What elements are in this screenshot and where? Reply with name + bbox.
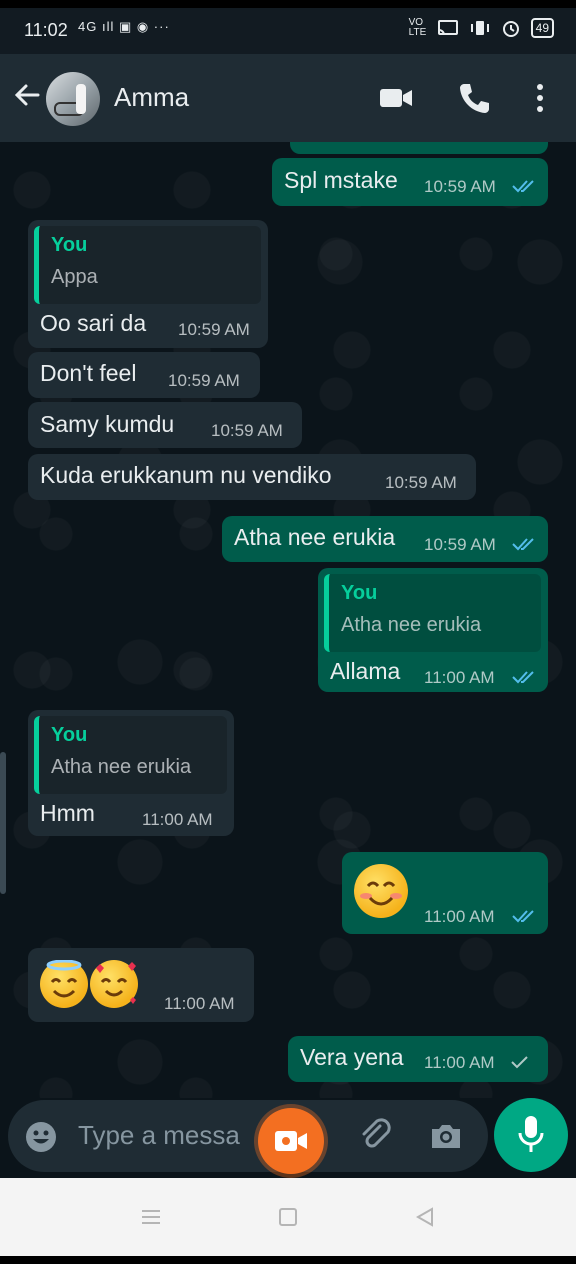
message-bubble-incoming[interactable]: 11:00 AM [28,948,254,1022]
quote-author: You [51,234,88,256]
bottom-edge [0,1256,576,1264]
message-bubble-outgoing[interactable]: Atha nee erukia 10:59 AM [222,516,548,562]
status-bar: 11:02 4G ıll ▣ ◉ ··· VO LTE 49 [0,8,576,54]
quote-text: Appa [51,266,98,288]
double-check-read-icon [512,910,534,923]
message-text: Samy kumdu [40,411,175,437]
message-time: 11:00 AM [164,994,235,1013]
message-bubble-incoming[interactable]: You Appa Oo sari da 10:59 AM [28,220,268,348]
message-text: Don't feel [40,360,137,386]
more-options-icon[interactable] [522,80,558,116]
message-text: Kuda erukkanum nu vendiko [40,462,332,488]
microphone-icon [518,1116,544,1152]
alarm-icon [502,21,519,37]
message-bubble-incoming[interactable]: Samy kumdu 10:59 AM [28,402,302,448]
back-arrow-icon[interactable] [12,80,42,110]
status-time: 11:02 [24,20,68,40]
message-time: 10:59 AM [211,421,283,440]
message-bubble-outgoing[interactable]: You Atha nee erukia Allama 11:00 AM [318,568,548,692]
message-time: 10:59 AM [424,177,496,196]
message-bubble-incoming[interactable]: Don't feel 10:59 AM [28,352,260,398]
hearts-face-emoji [90,960,138,1008]
chat-header: Amma [0,54,576,142]
scroll-handle[interactable] [0,752,6,894]
message-text: Vera yena [300,1044,404,1070]
double-check-read-icon [512,538,534,551]
quote-text: Atha nee erukia [341,614,482,636]
message-time: 11:00 AM [424,1053,495,1072]
smiling-face-emoji [354,864,408,918]
back-nav-icon[interactable] [414,1206,436,1228]
message-bubble-outgoing[interactable]: 11:00 AM [342,852,548,934]
message-time: 10:59 AM [178,320,250,339]
message-input-container[interactable]: Type a messa [8,1100,488,1172]
video-call-icon[interactable] [378,80,414,116]
menu-nav-icon[interactable] [140,1206,162,1228]
status-right-icons: VO LTE 49 [409,18,554,38]
emoji-icon[interactable] [24,1120,58,1154]
composer-bar: Type a messa [0,1098,576,1178]
message-text: Spl mstake [284,167,398,193]
status-left-icons: 4G ıll ▣ ◉ ··· [78,19,170,34]
quote-text: Atha nee erukia [51,756,192,778]
quote-author: You [51,724,88,746]
volte-icon: VO LTE [408,17,427,38]
message-bubble-outgoing[interactable]: Vera yena 11:00 AM [288,1036,548,1082]
mic-button[interactable] [494,1098,568,1172]
chat-area[interactable]: Spl mstake 10:59 AM You Appa Oo sari da … [0,142,576,1098]
quote-author: You [341,582,378,604]
message-input[interactable]: Type a messa [78,1120,240,1151]
record-video-icon [275,1131,307,1151]
home-nav-icon[interactable] [277,1206,299,1228]
voice-call-icon[interactable] [456,80,492,116]
quoted-message[interactable]: You Atha nee erukia [34,716,227,794]
attach-icon[interactable] [358,1118,394,1154]
cast-icon [437,20,458,36]
message-text: Allama [330,658,401,684]
message-time: 10:59 AM [385,473,457,492]
halo-face-emoji [40,959,88,1008]
message-time: 10:59 AM [424,535,496,554]
battery-indicator: 49 [530,18,554,38]
camera-icon[interactable] [428,1118,464,1154]
message-time: 11:00 AM [142,810,213,829]
system-nav-bar [0,1178,576,1256]
message-text: Hmm [40,800,95,826]
message-time: 11:00 AM [424,668,495,687]
avatar[interactable] [46,72,100,126]
quoted-message[interactable]: You Appa [34,226,261,304]
message-time: 11:00 AM [424,907,495,926]
screen-record-button[interactable] [258,1108,324,1174]
double-check-read-icon [512,180,534,193]
contact-name[interactable]: Amma [114,82,189,113]
message-time: 10:59 AM [168,371,240,390]
message-text: Oo sari da [40,310,147,336]
single-check-sent-icon [511,1056,528,1069]
message-bubble-partial[interactable] [290,142,548,154]
vibrate-icon [470,21,489,35]
double-check-read-icon [512,671,534,684]
message-text: Atha nee erukia [234,524,396,550]
message-bubble-incoming[interactable]: Kuda erukkanum nu vendiko 10:59 AM [28,454,476,500]
message-bubble-incoming[interactable]: You Atha nee erukia Hmm 11:00 AM [28,710,234,836]
quoted-message[interactable]: You Atha nee erukia [324,574,541,652]
message-bubble-outgoing[interactable]: Spl mstake 10:59 AM [272,158,548,206]
